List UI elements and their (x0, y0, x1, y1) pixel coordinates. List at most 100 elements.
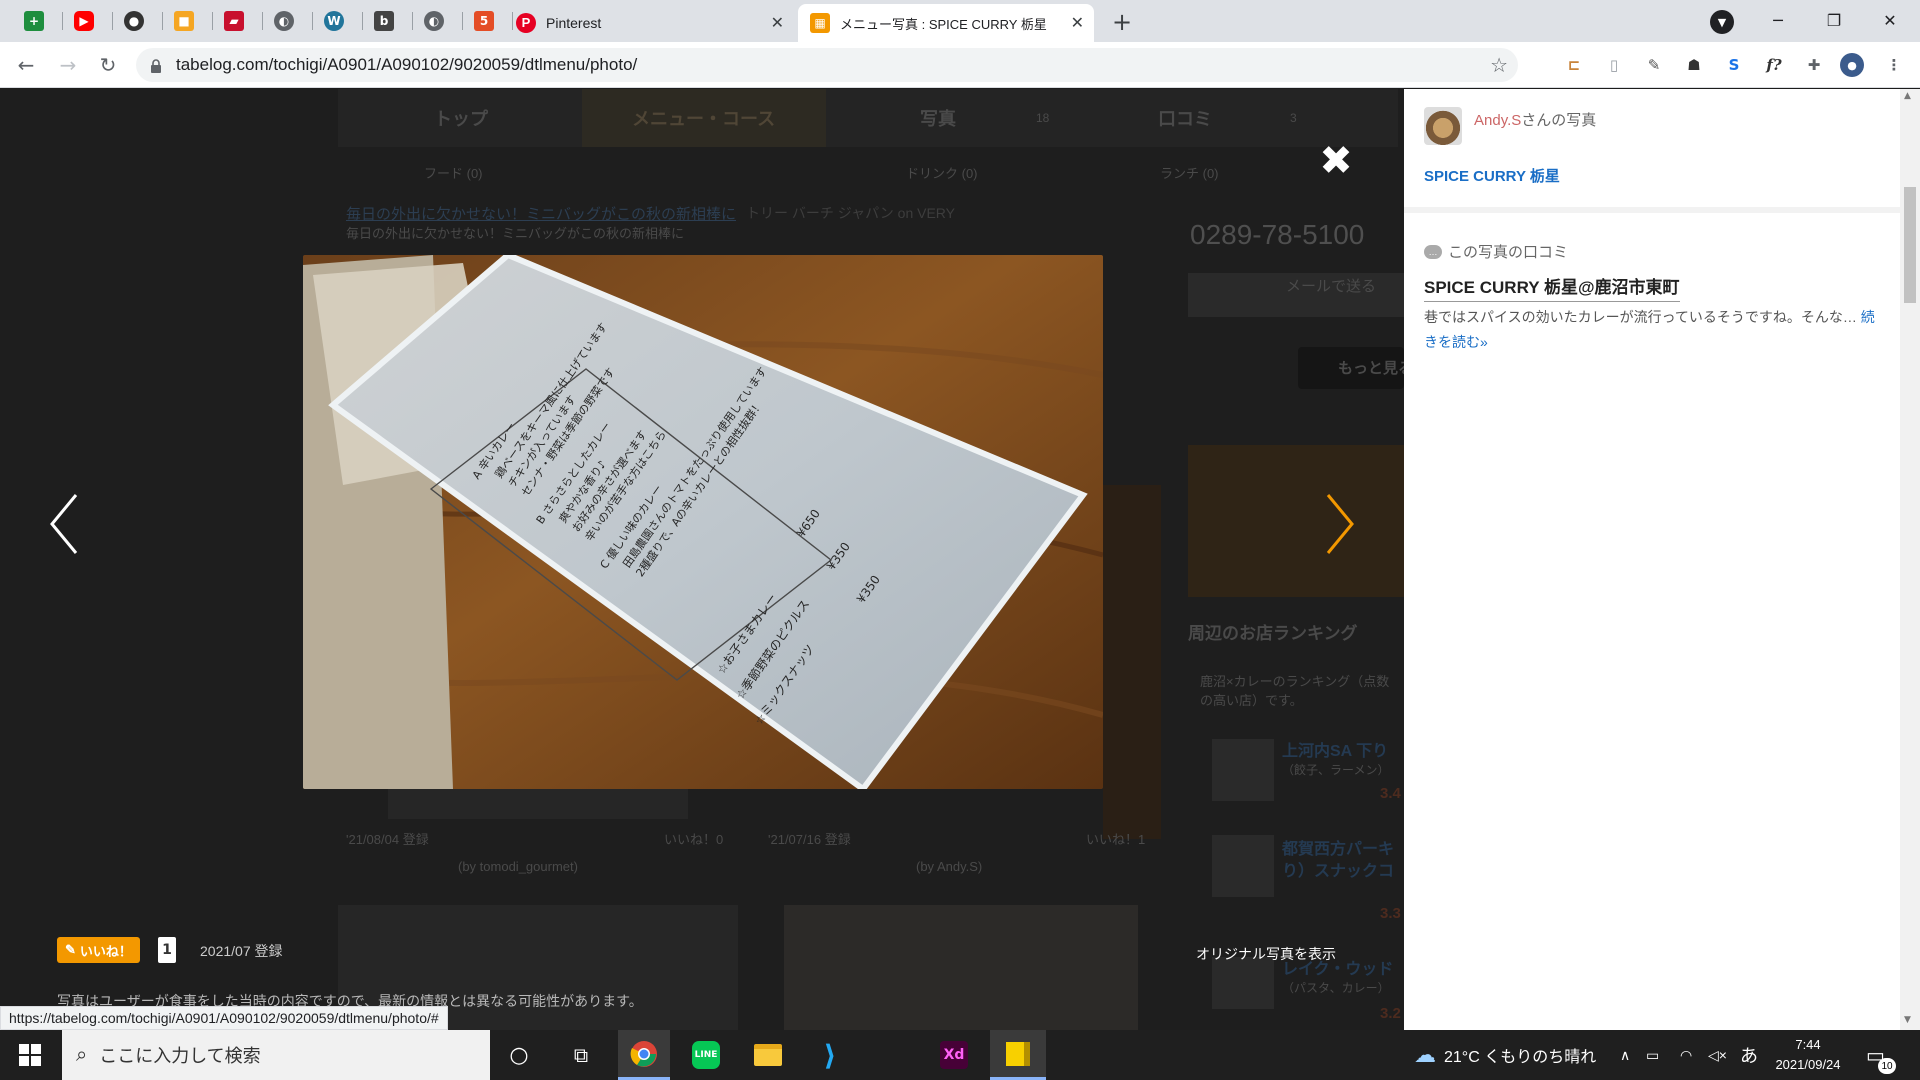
tab-divider (362, 12, 363, 30)
battery-icon[interactable]: ▭ (1646, 1030, 1659, 1080)
extension-ghost-icon[interactable]: ☗ (1682, 53, 1706, 77)
background-more-label: もっと見る (1338, 360, 1414, 377)
book-icon: ▰ (224, 11, 244, 31)
volume-icon[interactable]: ◁× (1708, 1030, 1727, 1080)
task-view-icon[interactable]: ⧉ (556, 1030, 606, 1080)
pinned-tab-sheets[interactable]: + (14, 6, 54, 36)
back-icon[interactable]: ← (10, 50, 42, 80)
photo-side-panel: Andy.Sさんの写真 SPICE CURRY 栃星 … この写真の口コミ SP… (1404, 89, 1900, 1030)
profile-avatar-icon[interactable]: ● (1840, 53, 1864, 77)
background-nav-count: 3 (1290, 111, 1297, 125)
taskbar-chrome[interactable] (618, 1030, 670, 1080)
browser-menu-icon[interactable]: ⋮ (1882, 53, 1906, 77)
tab-label: Pinterest (546, 15, 602, 31)
registered-date: 2021/07 登録 (200, 943, 283, 959)
extension-ruler-icon[interactable]: ⊏ (1562, 53, 1586, 77)
sticky-notes-icon (1006, 1041, 1030, 1066)
new-tab-button[interactable]: + (1104, 6, 1140, 38)
extension-eyedropper-icon[interactable]: ✎ (1642, 53, 1666, 77)
wifi-icon[interactable]: ◠ (1680, 1030, 1692, 1080)
scroll-up-icon[interactable]: ▲ (1904, 91, 1911, 101)
extension-bookmark-icon[interactable]: ▯ (1602, 53, 1626, 77)
tab-search-icon[interactable]: ▼ (1710, 10, 1734, 34)
scrollbar-thumb[interactable] (1904, 187, 1916, 303)
pinned-tab-bing[interactable]: b (364, 6, 404, 36)
wordpress-icon: W (324, 11, 344, 31)
background-photo-thumb (1103, 485, 1161, 839)
background-ranking-name: 都賀西方パーキ (1282, 841, 1395, 858)
background-photo-thumb (388, 789, 688, 819)
shop-name-link[interactable]: SPICE CURRY 栃星 (1424, 165, 1560, 186)
scroll-down-icon[interactable]: ▼ (1904, 1015, 1911, 1025)
next-photo-icon[interactable] (1318, 489, 1358, 559)
extension-s-icon[interactable]: S (1722, 53, 1746, 77)
pinned-tab-globe-1[interactable]: ◐ (264, 6, 304, 36)
background-photo-date: '21/08/04 登録 (346, 832, 429, 847)
like-button[interactable]: ✎ いいね！ (57, 937, 140, 963)
status-bar-url: https://tabelog.com/tochigi/A0901/A09010… (0, 1006, 448, 1030)
weather-widget[interactable]: ☁ 21°C くもりのち晴れ (1414, 1030, 1596, 1080)
pinterest-icon: P (516, 13, 536, 33)
review-title-link[interactable]: SPICE CURRY 栃星@鹿沼市東町 (1424, 273, 1680, 302)
windows-taskbar: ⌕ ここに入力して検索 ○ ⧉ LINE ⟩ Xd ☁ 21°C くもりのち晴れ… (0, 1030, 1920, 1080)
taskbar-sticky-notes[interactable] (990, 1030, 1046, 1080)
windows-logo-icon (19, 1044, 41, 1066)
taskbar-search-box[interactable]: ⌕ ここに入力して検索 (62, 1030, 490, 1080)
clock[interactable]: 7:44 2021/09/24 (1768, 1030, 1848, 1080)
html5-icon: 5 (474, 11, 494, 31)
avatar[interactable] (1424, 107, 1462, 145)
background-subtab: ランチ (0) (1160, 166, 1219, 181)
close-window-button[interactable]: ✕ (1862, 0, 1918, 40)
pinned-tab-youtube[interactable]: ▶ (64, 6, 104, 36)
extension-function-icon[interactable]: f? (1762, 53, 1786, 77)
search-placeholder: ここに入力して検索 (99, 1046, 261, 1066)
start-button[interactable] (0, 1030, 60, 1080)
tray-overflow-icon[interactable]: ∧ (1620, 1030, 1630, 1080)
extensions-puzzle-icon[interactable]: ✚ (1802, 53, 1826, 77)
penguin-icon: ● (124, 11, 144, 31)
taskbar-adobe-xd[interactable]: Xd (928, 1030, 980, 1080)
pinned-tab-book[interactable]: ▰ (214, 6, 254, 36)
pinned-tab-penguin[interactable]: ● (114, 6, 154, 36)
close-tab-icon[interactable]: ✕ (771, 13, 784, 33)
minimize-button[interactable]: ─ (1750, 0, 1806, 40)
show-original-photo-link[interactable]: オリジナル写真を表示 (1196, 944, 1336, 964)
background-photo-date: '21/07/16 登録 (768, 832, 851, 847)
taskbar-explorer[interactable] (742, 1030, 794, 1080)
tab-pinterest[interactable]: P Pinterest ✕ (504, 4, 794, 42)
globe-icon: ◐ (274, 11, 294, 31)
clock-date: 2021/09/24 (1775, 1057, 1841, 1072)
taskbar-vscode[interactable]: ⟩ (804, 1030, 856, 1080)
sheets-icon: + (24, 11, 44, 31)
tab-divider (412, 12, 413, 30)
pinned-tab-globe-2[interactable]: ◐ (414, 6, 454, 36)
tab-divider (262, 12, 263, 30)
background-ranking-score: 3.2 (1380, 1005, 1401, 1022)
background-nav-bar (338, 89, 1398, 147)
ime-indicator[interactable]: あ (1740, 1030, 1758, 1080)
taskbar-line[interactable]: LINE (680, 1030, 732, 1080)
review-body: 巷ではスパイスの効いたカレーが流行っているそうですね。そんな… (1424, 309, 1857, 325)
restore-button[interactable]: ❐ (1806, 0, 1862, 40)
bookmark-star-icon[interactable]: ☆ (1490, 53, 1508, 77)
previous-photo-icon[interactable] (46, 489, 86, 559)
tab-strip: + ▶ ● ■ ▰ ◐ W b ◐ 5 P Pinterest ✕ ▦ メニュー… (0, 0, 1920, 42)
tab-divider (212, 12, 213, 30)
pinned-tab-html[interactable]: 5 (464, 6, 504, 36)
tabelog-icon: ▦ (810, 13, 830, 33)
cortana-icon[interactable]: ○ (494, 1030, 544, 1080)
user-name-link[interactable]: Andy.S (1474, 112, 1521, 129)
background-sponsor-link: 毎日の外出に欠かせない！ミニバッグがこの秋の新相棒に (346, 206, 737, 223)
background-ranking-desc: 鹿沼×カレーのランキング（点数の高い店）です。 (1200, 674, 1390, 708)
close-tab-icon[interactable]: ✕ (1071, 13, 1084, 33)
like-hand-icon: ✎ (65, 942, 76, 957)
close-viewer-icon[interactable]: ✖ (1316, 138, 1356, 184)
reload-icon[interactable]: ↻ (92, 50, 124, 80)
tab-tabelog-photo[interactable]: ▦ メニュー写真 : SPICE CURRY 栃星 - ✕ (798, 4, 1094, 42)
background-ranking-score: 3.3 (1380, 905, 1401, 922)
address-bar[interactable]: tabelog.com/tochigi/A0901/A090102/902005… (136, 48, 1518, 82)
pinned-tab-box[interactable]: ■ (164, 6, 204, 36)
pinned-tab-wordpress[interactable]: W (314, 6, 354, 36)
notification-count-badge: 10 (1878, 1058, 1896, 1074)
forward-icon[interactable]: → (52, 50, 84, 80)
